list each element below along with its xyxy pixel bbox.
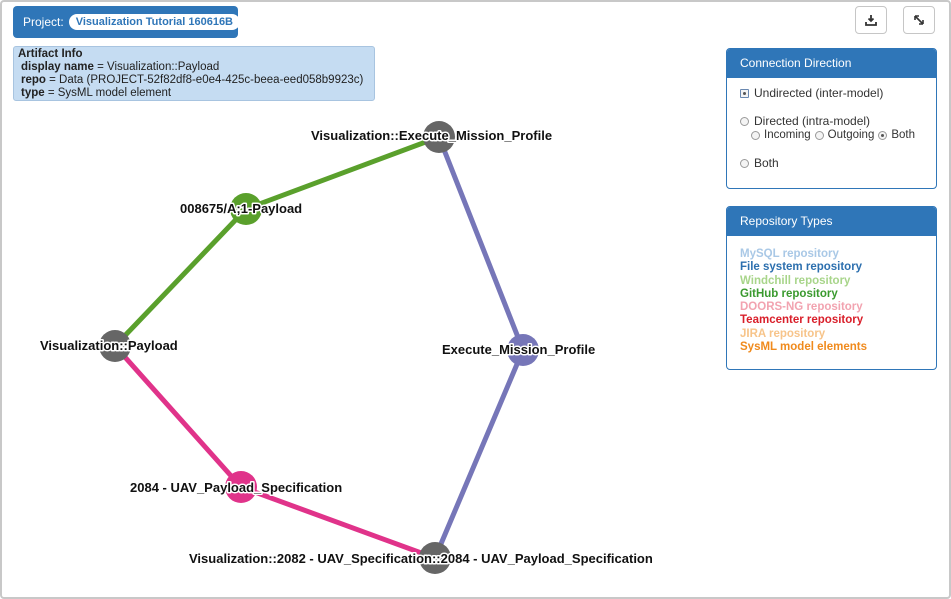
- radio-incoming[interactable]: [751, 130, 760, 140]
- graph-node-label-n5: 2084 - UAV_Payload_Specification: [130, 480, 342, 495]
- expand-icon: [914, 15, 924, 25]
- artifact-info-title: Artifact Info: [18, 48, 83, 60]
- radio-undirected[interactable]: Undirected (inter-model): [740, 86, 936, 100]
- connection-direction-title: Connection Direction: [727, 49, 936, 78]
- project-name-pill: Visualization Tutorial 160616B: [68, 14, 241, 30]
- radio-directed-label: Directed (intra-model): [754, 114, 871, 128]
- connection-direction-panel: Connection Direction Undirected (inter-m…: [726, 48, 937, 189]
- repository-types-list: MySQL repository File system repository …: [727, 236, 936, 354]
- radio-both-sub-label: Both: [891, 129, 916, 141]
- artifact-field-display-name: display name = Visualization::Payload: [21, 61, 220, 73]
- project-badge: Project: Visualization Tutorial 160616B: [13, 6, 241, 38]
- graph-node-label-n4: Execute_Mission_Profile: [442, 342, 595, 357]
- radio-outgoing-label: Outgoing: [827, 129, 875, 141]
- graph-node-label-n6: Visualization::2082 - UAV_Specification:…: [189, 551, 653, 566]
- radio-both-indicator[interactable]: [740, 158, 749, 168]
- artifact-field-repo: repo = Data (PROJECT-52f82df8-e0e4-425c-…: [21, 74, 364, 86]
- radio-directed-indicator[interactable]: [740, 116, 749, 126]
- radio-outgoing[interactable]: [814, 130, 824, 140]
- radio-both[interactable]: Both: [740, 156, 936, 170]
- repo-type-teamcenter: Teamcenter repository: [740, 314, 864, 327]
- repo-type-sysml: SysML model elements: [740, 341, 867, 354]
- repo-type-windchill: Windchill repository: [740, 274, 851, 287]
- radio-directed[interactable]: Directed (intra-model): [740, 114, 936, 128]
- radio-both-sub[interactable]: [878, 130, 888, 140]
- radio-both-label: Both: [754, 156, 779, 170]
- project-label: Project:: [23, 15, 64, 29]
- artifact-info-panel: Artifact Info display name = Visualizati…: [13, 46, 375, 101]
- repo-type-file-system: File system repository: [740, 261, 863, 274]
- download-button[interactable]: [855, 6, 887, 34]
- graph-edge-n2-n3[interactable]: [112, 206, 249, 349]
- graph-edge-n4-n6[interactable]: [432, 347, 526, 561]
- radio-undirected-indicator[interactable]: [740, 88, 749, 98]
- repo-type-doors-ng: DOORS-NG repository: [740, 301, 863, 314]
- repository-types-panel: Repository Types MySQL repository File s…: [726, 206, 937, 370]
- radio-incoming-label: Incoming: [764, 129, 811, 141]
- repo-type-mysql: MySQL repository: [740, 248, 839, 260]
- expand-button[interactable]: [903, 6, 935, 34]
- graph-labels: Visualization::Execute_Mission_Profile00…: [39, 127, 655, 568]
- repo-type-github: GitHub repository: [740, 287, 838, 300]
- artifact-field-type: type = SysML model element: [21, 87, 172, 99]
- graph-edge-n1-n2[interactable]: [243, 134, 442, 212]
- directed-suboptions: Incoming Outgoing Both: [740, 128, 936, 142]
- graph-node-label-n2: 008675/A;1-Payload: [180, 201, 302, 216]
- repo-type-jira: JIRA repository: [740, 327, 826, 340]
- repository-types-title: Repository Types: [727, 207, 936, 236]
- graph-node-label-n1: Visualization::Execute_Mission_Profile: [311, 128, 552, 143]
- graph-edge-n3-n5[interactable]: [112, 343, 244, 490]
- radio-undirected-label: Undirected (inter-model): [754, 86, 884, 100]
- graph-edge-n5-n6[interactable]: [238, 484, 438, 561]
- graph-node-label-n3: Visualization::Payload: [40, 338, 178, 353]
- graph-edge-n1-n4[interactable]: [436, 134, 526, 353]
- download-icon: [865, 15, 877, 26]
